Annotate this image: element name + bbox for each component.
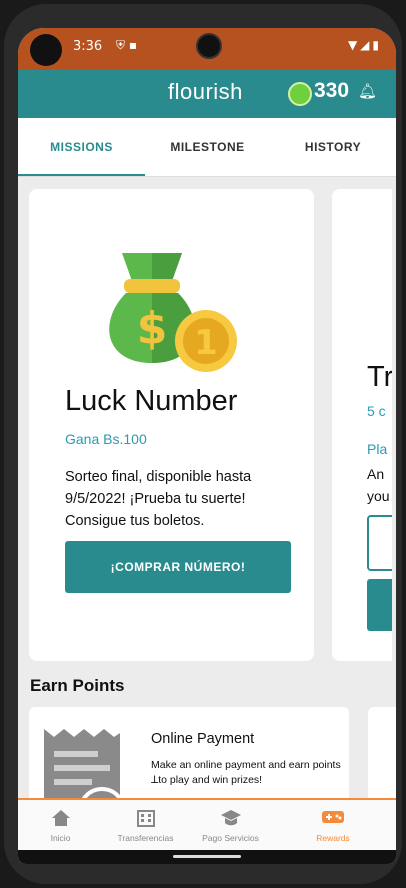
status-bar: 3:36 ⛨ ▪ ▼◢▮ — [18, 28, 396, 70]
mission-description: Sorteo final, disponible hasta 9/5/2022!… — [65, 469, 252, 529]
nav-pago-servicios[interactable]: Pago Servicios — [188, 800, 273, 852]
coin-icon — [288, 82, 312, 106]
submit-button[interactable] — [367, 579, 392, 631]
nav-transferencias[interactable]: Transferencias — [103, 800, 188, 852]
tab-missions[interactable]: MISSIONS — [18, 118, 145, 176]
svg-text:$: $ — [137, 303, 168, 354]
nav-label: Rewards — [316, 833, 350, 843]
desc-line-1: An — [367, 466, 385, 482]
screen: 3:36 ⛨ ▪ ▼◢▮ flourish 330 🔔︎ MISSIONS MI… — [18, 28, 396, 864]
phone-frame: 3:36 ⛨ ▪ ▼◢▮ flourish 330 🔔︎ MISSIONS MI… — [4, 4, 402, 884]
home-gesture-bar[interactable] — [173, 855, 241, 858]
missions-content[interactable]: $ 1 Luck Number Gana Bs.100 Sorteo final… — [18, 176, 396, 819]
system-nav-bar — [18, 850, 396, 864]
tab-bar: MISSIONS MILESTONE HISTORY — [18, 118, 396, 177]
mission-reward: Gana Bs.100 — [65, 431, 147, 447]
home-icon — [51, 810, 70, 826]
mission-title: Luck Number — [65, 385, 238, 417]
camera-cutout — [30, 34, 62, 66]
status-time: 3:36 — [73, 39, 103, 54]
code-input[interactable] — [367, 515, 392, 571]
front-camera — [196, 33, 222, 59]
mission-label-partial: Pla — [367, 441, 388, 457]
mission-card-luck-number[interactable]: $ 1 Luck Number Gana Bs.100 Sorteo final… — [29, 189, 314, 661]
desc-line-2: you — [367, 488, 390, 504]
gamepad-icon — [322, 811, 344, 823]
system-icons: ▼◢▮ — [347, 38, 382, 52]
nav-label: Transferencias — [117, 833, 174, 843]
svg-text:1: 1 — [194, 323, 218, 363]
mission-description-partial: An you — [367, 463, 390, 507]
nav-label: Pago Servicios — [202, 833, 259, 843]
payment-title: Online Payment — [151, 731, 255, 747]
bell-icon[interactable]: 🔔︎ — [358, 82, 377, 100]
nav-inicio[interactable]: Inicio — [18, 800, 103, 852]
money-bag-icon: $ 1 — [109, 253, 237, 372]
nav-rewards[interactable]: Rewards — [293, 800, 373, 852]
tab-history[interactable]: HISTORY — [270, 118, 396, 176]
graduation-cap-icon — [220, 810, 241, 826]
building-icon — [136, 810, 155, 827]
payment-description: Make an online payment and earn points 𝈜… — [151, 759, 341, 786]
notification-icons: ⛨ ▪ — [116, 38, 137, 52]
tab-milestone[interactable]: MILESTONE — [145, 118, 270, 176]
bottom-navigation: Inicio Transferencias Pago Servicios Rew… — [18, 798, 396, 852]
mission-card-next[interactable]: Tr 5 c Pla An you — [332, 189, 392, 661]
earn-points-heading: Earn Points — [30, 676, 125, 695]
points-balance: 330 — [314, 79, 350, 102]
buy-number-button[interactable]: ¡COMPRAR NÚMERO! — [65, 541, 291, 593]
nav-label: Inicio — [50, 833, 71, 843]
mission-reward-partial: 5 c — [367, 403, 386, 419]
mission-title-partial: Tr — [367, 361, 392, 393]
app-header: flourish 330 🔔︎ — [18, 70, 396, 118]
app-logo: flourish — [168, 79, 243, 104]
